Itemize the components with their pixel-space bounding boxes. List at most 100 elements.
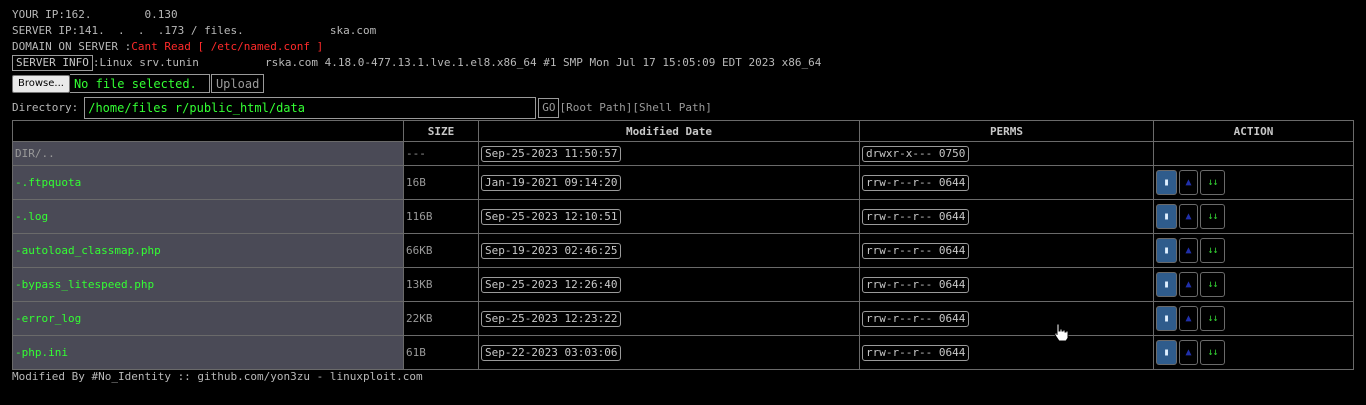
go-button[interactable]: GO	[538, 97, 560, 118]
file-name[interactable]: DIR/..	[12, 141, 404, 166]
file-status-text: No file selected.	[69, 74, 210, 93]
file-name[interactable]: -error_log	[12, 301, 404, 336]
file-perms[interactable]: rrw-r--r-- 0644	[862, 174, 970, 191]
action-cell: ▮ ▲ ↓↓	[1153, 335, 1354, 370]
table-row: DIR/.. --- Sep-25-2023 11:50:57 drwxr-x--- …	[12, 141, 1354, 166]
trash-icon[interactable]: ▮	[1156, 306, 1177, 331]
file-name[interactable]: -.log	[12, 199, 404, 234]
download-icon[interactable]: ↓↓	[1200, 306, 1225, 331]
file-size: 13KB	[403, 267, 479, 302]
header-modified-date: Modified Date	[478, 120, 860, 142]
perms-cell: drwxr-x--- 0750	[859, 141, 1154, 166]
file-perms[interactable]: drwxr-x--- 0750	[862, 145, 970, 162]
file-manager-page: YOUR IP:162. 0.130 SERVER IP:141. . . .1…	[0, 0, 1366, 405]
file-name[interactable]: -.ftpquota	[12, 165, 404, 200]
domain-line: DOMAIN ON SERVER :Cant Read [ /etc/named…	[12, 40, 323, 54]
modified-date[interactable]: Sep-19-2023 02:46:25	[481, 242, 622, 259]
server-ip-line: SERVER IP:141. . . .173 / files. ska.com	[12, 24, 376, 38]
up-arrow-icon[interactable]: ▲	[1179, 204, 1198, 229]
perms-cell: rrw-r--r-- 0644	[859, 267, 1154, 302]
modified-date-cell: Sep-25-2023 12:23:22	[478, 301, 860, 336]
up-arrow-icon[interactable]: ▲	[1179, 170, 1198, 195]
up-arrow-icon[interactable]: ▲	[1179, 340, 1198, 365]
your-ip-line: YOUR IP:162. 0.130	[12, 8, 178, 22]
action-group: ▮ ▲ ↓↓	[1156, 204, 1351, 229]
trash-icon[interactable]: ▮	[1156, 238, 1177, 263]
table-row: -php.ini 61B Sep-22-2023 03:03:06 rrw-r--r-…	[12, 335, 1354, 370]
perms-cell: rrw-r--r-- 0644	[859, 335, 1154, 370]
trash-icon[interactable]: ▮	[1156, 204, 1177, 229]
up-arrow-icon[interactable]: ▲	[1179, 272, 1198, 297]
action-cell: ▮ ▲ ↓↓	[1153, 199, 1354, 234]
table-row: -.ftpquota 16B Jan-19-2021 09:14:20 rrw-r--…	[12, 165, 1354, 200]
file-perms[interactable]: rrw-r--r-- 0644	[862, 208, 970, 225]
action-cell: ▮ ▲ ↓↓	[1153, 301, 1354, 336]
modified-date[interactable]: Jan-19-2021 09:14:20	[481, 174, 622, 191]
server-info-text: :Linux srv.tunin rska.com 4.18.0-477.13.…	[92, 56, 822, 69]
trash-icon[interactable]: ▮	[1156, 170, 1177, 195]
file-size: 22KB	[403, 301, 479, 336]
modified-date-cell: Jan-19-2021 09:14:20	[478, 165, 860, 200]
table-row: -.log 116B Sep-25-2023 12:10:51 rrw-r--r-- …	[12, 199, 1354, 234]
server-ip-label: SERVER IP:	[12, 24, 79, 37]
download-icon[interactable]: ↓↓	[1200, 170, 1225, 195]
server-ip-value: 141. . . .173 / files. ska.com	[78, 24, 377, 37]
action-group: ▮ ▲ ↓↓	[1156, 272, 1351, 297]
header-size: SIZE	[403, 120, 479, 142]
your-ip-value: 162. 0.130	[64, 8, 178, 21]
action-cell: ▮ ▲ ↓↓	[1153, 267, 1354, 302]
file-perms[interactable]: rrw-r--r-- 0644	[862, 344, 970, 361]
header-perms: PERMS	[859, 120, 1154, 142]
download-icon[interactable]: ↓↓	[1200, 238, 1225, 263]
file-name[interactable]: -php.ini	[12, 335, 404, 370]
file-size: 116B	[403, 199, 479, 234]
footer-credit: Modified By #No_Identity :: github.com/y…	[12, 370, 423, 383]
perms-cell: rrw-r--r-- 0644	[859, 199, 1154, 234]
modified-date-cell: Sep-25-2023 12:10:51	[478, 199, 860, 234]
directory-label: Directory:	[12, 101, 79, 114]
directory-row: Directory: /home/files r/public_html/dat…	[12, 96, 712, 119]
download-icon[interactable]: ↓↓	[1200, 204, 1225, 229]
modified-date-cell: Sep-25-2023 11:50:57	[478, 141, 860, 166]
directory-input[interactable]: /home/files r/public_html/data	[84, 96, 537, 119]
file-perms[interactable]: rrw-r--r-- 0644	[862, 242, 970, 259]
modified-date[interactable]: Sep-25-2023 12:10:51	[481, 208, 622, 225]
shell-path-link[interactable]: [Shell Path]	[632, 101, 711, 114]
modified-date[interactable]: Sep-25-2023 12:23:22	[481, 310, 622, 327]
hand-cursor-icon	[1054, 323, 1069, 342]
upload-row: Browse... No file selected. Upload	[12, 73, 265, 94]
domain-value: Cant Read [ /etc/named.conf ]	[131, 40, 324, 53]
up-arrow-icon[interactable]: ▲	[1179, 306, 1198, 331]
browse-button[interactable]: Browse...	[12, 74, 70, 93]
file-perms[interactable]: rrw-r--r-- 0644	[862, 276, 970, 293]
modified-date-cell: Sep-19-2023 02:46:25	[478, 233, 860, 268]
action-group: ▮ ▲ ↓↓	[1156, 340, 1351, 365]
file-table: SIZE Modified Date PERMS ACTION DIR/.. --…	[12, 120, 1354, 370]
trash-icon[interactable]: ▮	[1156, 340, 1177, 365]
file-name[interactable]: -autoload_classmap.php	[12, 233, 404, 268]
table-row: -autoload_classmap.php 66KB Sep-19-2023 02…	[12, 233, 1354, 268]
modified-date[interactable]: Sep-25-2023 11:50:57	[481, 145, 622, 162]
server-info-button[interactable]: SERVER INFO	[12, 55, 93, 71]
file-name[interactable]: -bypass_litespeed.php	[12, 267, 404, 302]
up-arrow-icon[interactable]: ▲	[1179, 238, 1198, 263]
file-perms[interactable]: rrw-r--r-- 0644	[862, 310, 970, 327]
perms-cell: rrw-r--r-- 0644	[859, 233, 1154, 268]
perms-cell: rrw-r--r-- 0644	[859, 165, 1154, 200]
header-action: ACTION	[1153, 120, 1354, 142]
root-path-link[interactable]: [Root Path]	[559, 101, 632, 114]
download-icon[interactable]: ↓↓	[1200, 340, 1225, 365]
modified-date[interactable]: Sep-22-2023 03:03:06	[481, 344, 622, 361]
action-cell	[1153, 141, 1354, 166]
modified-date[interactable]: Sep-25-2023 12:26:40	[481, 276, 622, 293]
your-ip-label: YOUR IP:	[12, 8, 65, 21]
trash-icon[interactable]: ▮	[1156, 272, 1177, 297]
action-group: ▮ ▲ ↓↓	[1156, 238, 1351, 263]
download-icon[interactable]: ↓↓	[1200, 272, 1225, 297]
action-group: ▮ ▲ ↓↓	[1156, 306, 1351, 331]
upload-button[interactable]: Upload	[210, 74, 265, 93]
file-size: 61B	[403, 335, 479, 370]
action-group: ▮ ▲ ↓↓	[1156, 170, 1351, 195]
file-size: 66KB	[403, 233, 479, 268]
domain-label: DOMAIN ON SERVER :	[12, 40, 132, 53]
